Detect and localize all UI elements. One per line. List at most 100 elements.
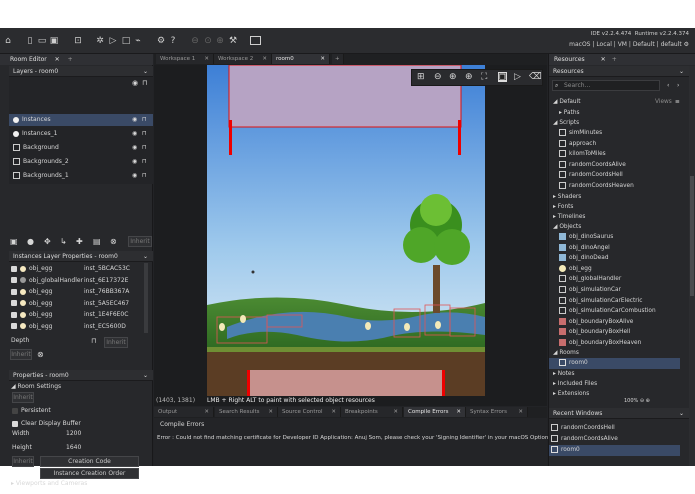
eye-icon[interactable]: ◉ xyxy=(132,79,138,87)
recent-item[interactable]: randomCoordsHell xyxy=(551,423,615,434)
close-icon[interactable]: ✕ xyxy=(204,54,209,64)
close-icon[interactable]: ✕ xyxy=(601,56,606,63)
clear-display-checkbox[interactable] xyxy=(12,420,18,427)
delete-layer-icon[interactable]: ⊗ xyxy=(110,237,117,246)
resource-room[interactable]: room0 xyxy=(549,358,680,369)
tab-search-results[interactable]: Search Results ✕ xyxy=(215,407,278,417)
add-tab-icon[interactable]: + xyxy=(612,56,617,63)
tab-syntax-errors[interactable]: Syntax Errors ✕ xyxy=(466,407,528,417)
layer-item-backgrounds-2[interactable]: Backgrounds_2 ◉ ⊓ xyxy=(9,156,153,168)
eye-icon[interactable]: ◉ xyxy=(132,114,137,126)
instance-row[interactable]: obj_egg inst_76BB367A xyxy=(11,286,129,298)
add-folder-icon[interactable]: ▤ xyxy=(93,237,101,246)
creation-code-button[interactable]: Creation Code xyxy=(40,456,139,467)
instance-list-scrollbar[interactable] xyxy=(144,263,148,333)
group-default[interactable]: ◢ Default Views ≡ xyxy=(553,97,680,108)
instance-row[interactable]: obj_egg inst_5A5EC467 xyxy=(11,298,129,310)
close-icon[interactable]: ✕ xyxy=(268,407,273,417)
resource-object[interactable]: obj_globalHandler xyxy=(559,274,621,285)
search-next-icon[interactable]: › xyxy=(677,82,679,89)
layer-item-background[interactable]: Background ◉ ⊓ xyxy=(9,142,153,154)
resource-zoom[interactable]: 100% ⊖ ⊕ xyxy=(624,396,650,407)
visible-checkbox[interactable] xyxy=(11,288,17,295)
inherit-depth-button[interactable]: Inherit xyxy=(104,337,128,348)
layer-item-backgrounds-1[interactable]: Backgrounds_1 ◉ ⊓ xyxy=(9,170,153,182)
resource-search-input[interactable]: ⌕ Search... xyxy=(552,80,660,91)
resource-script[interactable]: kilomToMiles xyxy=(559,149,606,160)
resource-script[interactable]: simMinutes xyxy=(559,128,602,139)
lock-icon[interactable]: ⊓ xyxy=(142,142,147,154)
clear-icon[interactable]: ⌫ xyxy=(529,72,542,82)
resource-script[interactable]: randomCoordsHell xyxy=(559,170,623,181)
add-tile-layer-icon[interactable]: ✥ xyxy=(44,237,51,246)
help-icon[interactable]: ? xyxy=(168,36,178,46)
grid-icon[interactable]: ⊞ xyxy=(417,72,425,82)
collapse-icon[interactable]: ⌄ xyxy=(143,370,148,381)
target-settings-icon[interactable]: ⚙ xyxy=(684,41,689,48)
tab-source-control[interactable]: Source Control ✕ xyxy=(278,407,341,417)
settings-icon[interactable]: ⚙ xyxy=(156,36,166,46)
resource-script[interactable]: randomCoordsHeaven xyxy=(559,181,634,192)
close-icon[interactable]: ✕ xyxy=(320,54,325,64)
resource-script[interactable]: randomCoordsAlive xyxy=(559,160,626,171)
folder-shaders[interactable]: ▸ Shaders xyxy=(553,192,581,203)
views-button[interactable]: Views xyxy=(655,97,672,108)
view-icon[interactable]: ▣ xyxy=(498,72,507,82)
target-selector[interactable]: macOS | Local | VM | Default | default xyxy=(569,41,682,48)
visible-checkbox[interactable] xyxy=(11,277,17,283)
inherit-instances-button[interactable]: Inherit xyxy=(10,349,32,360)
tab-breakpoints[interactable]: Breakpoints ✕ xyxy=(341,407,403,417)
visible-checkbox[interactable] xyxy=(11,265,17,272)
instance-row[interactable]: obj_egg inst_1E4F6E0C xyxy=(11,309,128,321)
recent-item[interactable]: randomCoordsAlive xyxy=(551,434,618,445)
tab-room0[interactable]: room0 ✕ xyxy=(272,54,330,64)
add-background-layer-icon[interactable]: ▣ xyxy=(10,237,18,246)
height-field[interactable]: 1640 xyxy=(66,442,81,454)
game-window-icon[interactable] xyxy=(250,36,261,45)
resource-scrollbar[interactable] xyxy=(689,66,695,466)
resource-object[interactable]: obj_dinoDead xyxy=(559,253,609,264)
inherit-creation-button[interactable]: Inherit xyxy=(12,456,34,467)
compile-error-message[interactable]: Error : Could not find matching certific… xyxy=(157,432,551,444)
instance-row[interactable]: obj_egg inst_5BCAC53C xyxy=(11,263,130,275)
folder-notes[interactable]: ▸ Notes xyxy=(553,369,575,380)
open-folder-icon[interactable]: ▭ xyxy=(37,36,47,46)
instance-creation-order-button[interactable]: Instance Creation Order xyxy=(40,468,139,479)
lock-icon[interactable]: ⊓ xyxy=(91,337,96,345)
resource-object[interactable]: obj_dinoSaurus xyxy=(559,232,613,243)
folder-fonts[interactable]: ▸ Fonts xyxy=(553,202,573,213)
build-icon[interactable]: ⊡ xyxy=(73,36,83,46)
close-icon[interactable]: ✕ xyxy=(204,407,209,417)
instance-row[interactable]: obj_egg inst_EC5600D xyxy=(11,321,126,333)
resource-object[interactable]: obj_egg xyxy=(559,264,592,275)
tab-compile-errors[interactable]: Compile Errors ✕ xyxy=(404,407,466,417)
close-icon[interactable]: ✕ xyxy=(393,407,398,417)
collapse-icon[interactable]: ⌄ xyxy=(679,66,684,77)
resources-tab[interactable]: Resources ✕ + xyxy=(549,54,695,65)
lock-icon[interactable]: ⊓ xyxy=(142,114,147,126)
tab-workspace-2[interactable]: Workspace 2 ✕ xyxy=(214,54,272,64)
zoom-fit-icon[interactable]: ⊕ xyxy=(465,72,473,82)
fullscreen-icon[interactable]: ⛶ xyxy=(481,72,487,82)
resource-object[interactable]: obj_dinoAngel xyxy=(559,243,610,254)
folder-rooms[interactable]: ◢ Rooms xyxy=(553,348,579,359)
stop-icon[interactable]: □ xyxy=(121,36,131,46)
resource-object[interactable]: obj_simulationCarElectric xyxy=(559,296,642,307)
search-prev-icon[interactable]: ‹ xyxy=(667,82,669,89)
close-icon[interactable]: ✕ xyxy=(331,407,336,417)
add-instance-layer-icon[interactable]: ● xyxy=(27,237,34,246)
play-icon[interactable]: ▷ xyxy=(514,72,521,82)
resource-object[interactable]: obj_simulationCar xyxy=(559,285,621,296)
folder-paths[interactable]: ▸ Paths xyxy=(559,108,580,119)
layer-item-instances-1[interactable]: Instances_1 ◉ ⊓ xyxy=(9,128,153,140)
inherit-room-button[interactable]: Inherit xyxy=(12,392,34,403)
folder-objects[interactable]: ◢ Objects xyxy=(553,222,581,233)
run-icon[interactable]: ▷ xyxy=(108,36,118,46)
folder-timelines[interactable]: ▸ Timelines xyxy=(553,212,585,223)
resource-script[interactable]: approach xyxy=(559,139,596,150)
menu-icon[interactable]: ≡ xyxy=(675,97,680,108)
close-icon[interactable]: ✕ xyxy=(262,54,267,64)
delete-instance-icon[interactable]: ⊗ xyxy=(37,350,44,359)
eye-icon[interactable]: ◉ xyxy=(132,142,137,154)
layer-item-instances[interactable]: Instances ◉ ⊓ xyxy=(9,114,153,126)
